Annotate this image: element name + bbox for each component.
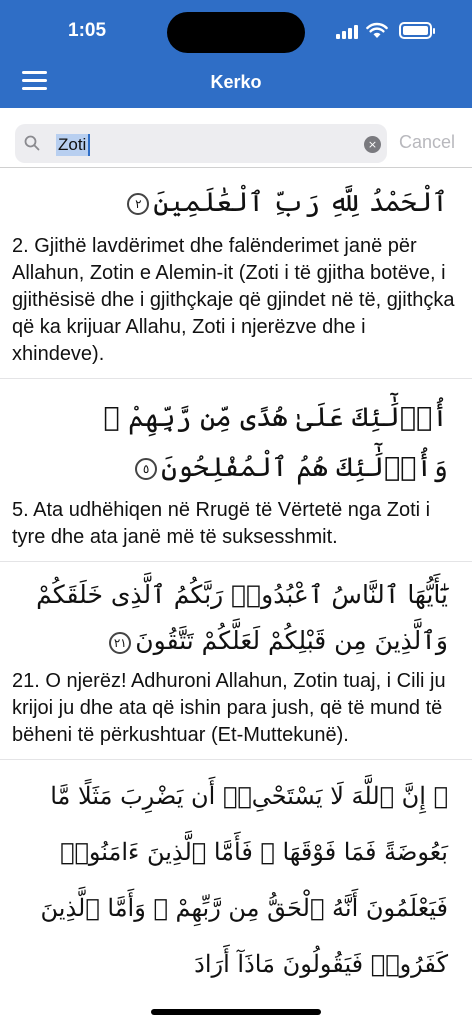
home-indicator[interactable] (151, 1009, 321, 1015)
list-item[interactable]: يَٰٓأَيُّهَا ٱلنَّاسُ ٱعْبُدُوا۟ رَبَّكُ… (0, 562, 472, 760)
verse-arabic: يَٰٓأَيُّهَا ٱلنَّاسُ ٱعْبُدُوا۟ رَبَّكُ… (36, 580, 448, 655)
page-title: Kerko (210, 72, 262, 92)
verse-arabic: ۞ إِنَّ ٱللَّهَ لَا يَسْتَحْىِۦٓ أَن يَض… (40, 782, 449, 978)
list-item[interactable]: أُو۟لَٰٓئِكَ عَلَىٰ هُدًى مِّن رَّبِّهِم… (0, 379, 472, 562)
verse-translation: 2. Gjithë lavdërimet dhe falënderimet ja… (12, 235, 455, 365)
search-input[interactable]: Zoti (56, 134, 91, 156)
ayah-number-icon: ٥ (135, 457, 158, 480)
dynamic-island (167, 12, 305, 53)
clear-search-icon[interactable]: × (364, 136, 381, 153)
ayah-number-icon: ٢ (127, 192, 150, 215)
status-bar: 1:05 (0, 0, 472, 58)
signal-icon (336, 23, 358, 39)
list-item[interactable]: ۞ إِنَّ ٱللَّهَ لَا يَسْتَحْىِۦٓ أَن يَض… (0, 760, 472, 992)
search-bar: Zoti × Cancel (0, 108, 472, 168)
results-list: ٱلْحَمْدُ لِلَّهِ رَبِّ ٱلْعَٰلَمِينَ٢ 2… (0, 169, 472, 992)
battery-icon (399, 22, 435, 39)
verse-translation: 21. O njerëz! Adhuroni Allahun, Zotin tu… (12, 670, 446, 746)
verse-translation: 5. Ata udhëhiqen në Rrugë të Vërtetë nga… (12, 499, 431, 548)
wifi-icon (366, 22, 388, 38)
ayah-number-icon: ٢١ (109, 631, 132, 654)
status-time: 1:05 (68, 20, 107, 41)
verse-arabic: ٱلْحَمْدُ لِلَّهِ رَبِّ ٱلْعَٰلَمِينَ٢ (12, 169, 460, 229)
verse-arabic: أُو۟لَٰٓئِكَ عَلَىٰ هُدًى مِّن رَّبِّهِم… (103, 402, 448, 483)
search-icon (24, 135, 40, 151)
nav-header: 1:05 Kerko (0, 0, 472, 108)
list-item[interactable]: ٱلْحَمْدُ لِلَّهِ رَبِّ ٱلْعَٰلَمِينَ٢ 2… (0, 169, 472, 379)
search-field[interactable]: Zoti × (15, 124, 387, 163)
cancel-button[interactable]: Cancel (399, 132, 455, 153)
